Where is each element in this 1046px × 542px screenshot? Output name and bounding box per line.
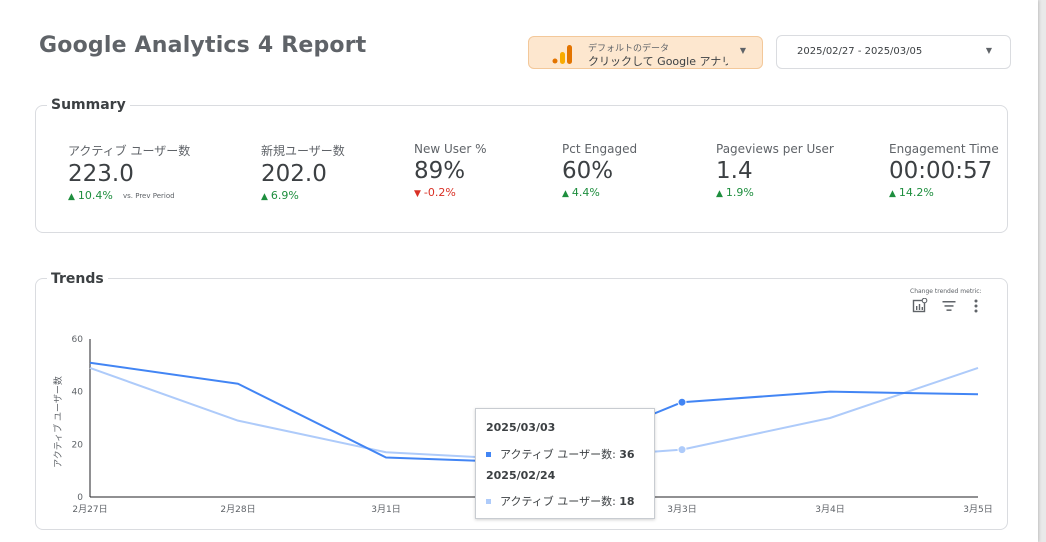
kpi-percent-engaged: Pct Engaged 60% ▲ 4.4% (562, 142, 637, 199)
kpi-pageviews-per-user: Pageviews per User 1.4 ▲ 1.9% (716, 142, 834, 199)
kpi-label: Engagement Time (889, 142, 999, 156)
arrow-up-icon: ▲ (68, 192, 75, 202)
chevron-down-icon: ▼ (985, 46, 992, 55)
tooltip-previous-label: アクティブ ユーザー数: (500, 495, 616, 508)
kpi-delta-value: -0.2% (423, 186, 456, 199)
kpi-delta-value: 1.9% (725, 186, 754, 199)
arrow-up-icon: ▲ (716, 189, 723, 199)
kpi-delta-value: 4.4% (571, 186, 600, 199)
date-range-value: 2025/02/27 - 2025/03/05 (797, 46, 923, 57)
kpi-engagement-time: Engagement Time 00:00:57 ▲ 14.2% (889, 142, 999, 199)
kpi-delta: ▲ 4.4% (562, 186, 637, 199)
kpi-value: 202.0 (261, 161, 327, 187)
chart-tooltip: 2025/03/03 アクティブ ユーザー数: 36 2025/02/24 アク… (475, 408, 655, 519)
analytics-logo-icon (552, 45, 572, 64)
kpi-delta-value: 10.4% (77, 189, 113, 202)
kpi-new-users: 新規ユーザー数 202.0 ▲ 6.9% (261, 142, 345, 202)
tooltip-current-value: 36 (619, 448, 635, 461)
kpi-delta-value: 14.2% (898, 186, 934, 199)
arrow-up-icon: ▲ (562, 189, 569, 199)
kpi-delta-value: 6.9% (270, 189, 299, 202)
series-square-icon (486, 498, 491, 504)
report-title: Google Analytics 4 Report (39, 33, 367, 58)
tooltip-previous-row: アクティブ ユーザー数: 18 (486, 493, 635, 509)
kpi-delta: ▲ 6.9% (261, 189, 345, 202)
summary-title: Summary (47, 97, 130, 113)
kpi-delta: ▼ -0.2% (414, 186, 487, 199)
data-source-selector[interactable]: デフォルトのデータ クリックして Google アナリティクス ▼ (528, 36, 763, 69)
change-metric-label: Change trended metric: (910, 288, 982, 295)
kpi-delta: ▲ 14.2% (889, 186, 999, 199)
tooltip-previous-value: 18 (619, 495, 635, 508)
report-page: Google Analytics 4 Report デフォルトのデータ クリック… (0, 0, 1038, 542)
kpi-value: 00:00:57 (889, 158, 993, 184)
data-source-prompt: クリックして Google アナリティクス (588, 55, 728, 68)
trends-title: Trends (47, 271, 108, 287)
kpi-value: 1.4 (716, 158, 753, 184)
tooltip-current-date: 2025/03/03 (486, 421, 556, 434)
more-vertical-icon[interactable] (968, 298, 984, 314)
kpi-value: 60% (562, 158, 614, 184)
date-range-selector[interactable]: 2025/02/27 - 2025/03/05 ▼ (776, 35, 1011, 69)
chart-icon[interactable] (912, 298, 928, 314)
arrow-down-icon: ▼ (414, 189, 421, 199)
chevron-down-icon: ▼ (739, 46, 746, 55)
tooltip-current-label: アクティブ ユーザー数: (500, 448, 616, 461)
kpi-label: Pct Engaged (562, 142, 638, 156)
arrow-up-icon: ▲ (889, 189, 896, 199)
tooltip-previous-date: 2025/02/24 (486, 469, 556, 482)
kpi-label: Pageviews per User (716, 142, 834, 156)
kpi-value: 223.0 (68, 161, 134, 187)
arrow-up-icon: ▲ (261, 192, 268, 202)
kpi-delta: ▲ 1.9% (716, 186, 834, 199)
series-square-icon (486, 451, 491, 457)
kpi-label: New User % (414, 142, 487, 156)
kpi-label: アクティブ ユーザー数 (68, 144, 191, 158)
kpi-new-user-percent: New User % 89% ▼ -0.2% (414, 142, 487, 199)
comparison-period-label: vs. Prev Period (123, 192, 175, 200)
filter-icon[interactable] (941, 298, 957, 314)
kpi-label: 新規ユーザー数 (261, 144, 345, 158)
tooltip-current-row: アクティブ ユーザー数: 36 (486, 446, 635, 462)
kpi-value: 89% (414, 158, 466, 184)
